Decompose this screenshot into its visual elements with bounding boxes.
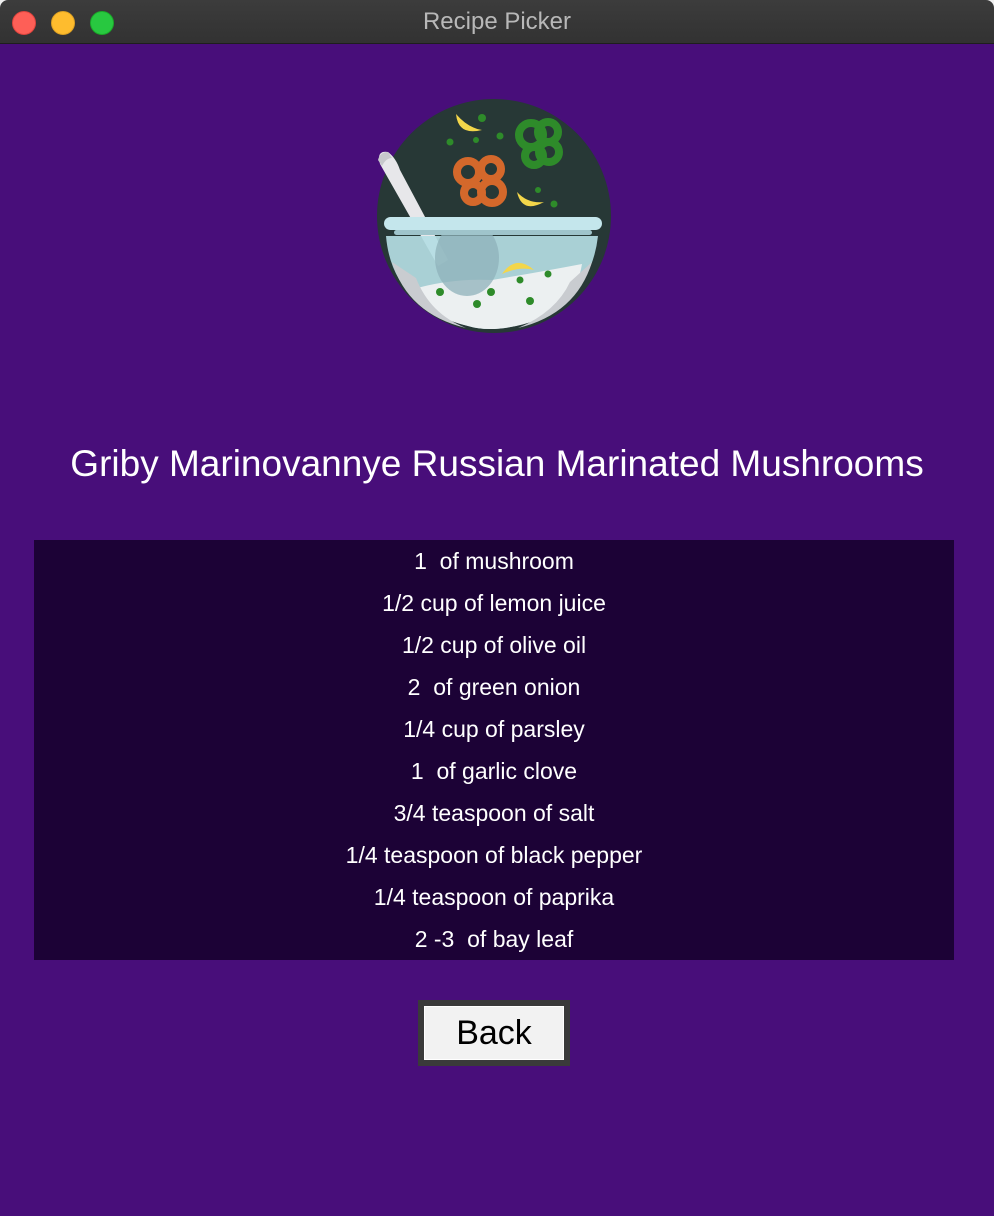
ingredient-item: 1/2 cup of lemon juice bbox=[382, 590, 606, 616]
ingredient-item: 1/2 cup of olive oil bbox=[401, 632, 587, 658]
recipe-title: Griby Marinovannye Russian Marinated Mus… bbox=[70, 443, 924, 484]
ingredient-item: 2 of green onion bbox=[407, 674, 581, 700]
window-title: Recipe Picker bbox=[422, 8, 572, 35]
ingredient-item: 1 of garlic clove bbox=[410, 758, 578, 784]
salad-bowl-icon bbox=[377, 99, 611, 333]
ingredient-item: 1 of mushroom bbox=[414, 548, 574, 574]
recipe-view: Griby Marinovannye Russian Marinated Mus… bbox=[0, 44, 994, 1216]
back-button[interactable]: Back bbox=[418, 1000, 570, 1066]
ingredient-item: 1/4 teaspoon of black pepper bbox=[345, 842, 643, 868]
ingredient-item: 2 -3 of bay leaf bbox=[414, 926, 574, 952]
app-window: Recipe Picker Griby Marinovannye Russian… bbox=[0, 0, 994, 1216]
ingredient-item: 3/4 teaspoon of salt bbox=[393, 800, 595, 826]
ingredient-item: 1/4 teaspoon of paprika bbox=[373, 884, 615, 910]
ingredients-list: 1 of mushroom 1/2 cup of lemon juice 1/2… bbox=[34, 540, 954, 960]
ingredient-item: 1/4 cup of parsley bbox=[403, 716, 585, 742]
title-bar[interactable]: Recipe Picker bbox=[0, 0, 994, 44]
